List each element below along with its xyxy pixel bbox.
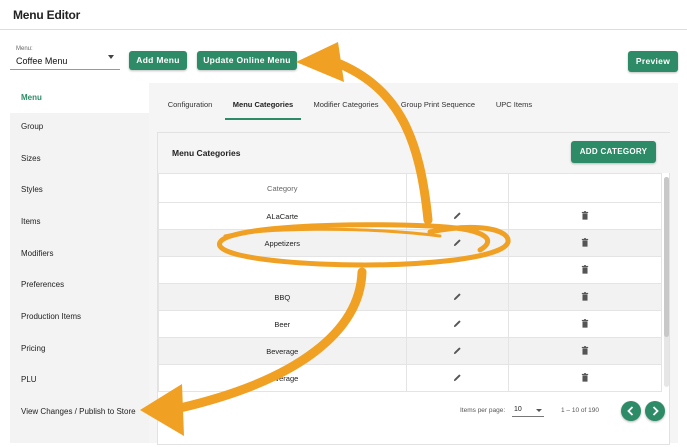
table-scrollbar[interactable] [664,177,669,387]
delete-cell[interactable] [508,202,662,230]
page-title: Menu Editor [13,8,81,22]
update-online-menu-label: Update Online Menu [203,55,291,65]
sidebar-item-preferences[interactable]: Preferences [10,270,149,300]
sidebar-item-group[interactable]: Group [10,112,149,142]
trash-icon[interactable] [581,237,589,249]
top-bar: Menu Editor [0,0,687,30]
chevron-down-icon [536,409,542,412]
tab-upc-items[interactable]: UPC Items [489,83,539,120]
scrollbar-thumb[interactable] [664,177,669,337]
trash-icon[interactable] [581,291,589,303]
pencil-icon[interactable] [453,211,462,222]
delete-cell[interactable] [508,283,662,311]
sidebar-item-pricing[interactable]: Pricing [10,334,149,364]
edit-cell[interactable] [405,283,510,311]
sidebar-item-view-changes[interactable]: View Changes / Publish to Store [10,397,149,427]
paginator: Items per page: 10 1 – 10 of 190 [158,394,665,431]
categories-table: Category ALaCarte Appetizers BBQ Beer Be… [158,173,662,392]
trash-icon[interactable] [581,345,589,357]
table-row[interactable]: ALaCarte [158,202,662,230]
delete-cell[interactable] [508,364,662,392]
items-per-page-label: Items per page: [460,407,506,414]
delete-cell[interactable] [508,310,662,338]
sidebar-item-menu[interactable]: Menu [10,83,149,113]
card-title: Menu Categories [172,148,241,158]
delete-cell[interactable] [508,256,662,284]
menu-select[interactable]: Menu: Coffee Menu [10,44,120,70]
pencil-icon[interactable] [453,319,462,330]
delete-column-header [508,173,662,203]
chevron-down-icon [108,55,114,59]
sidebar-item-modifiers[interactable]: Modifiers [10,239,149,269]
pencil-icon[interactable] [453,373,462,384]
preview-label: Preview [635,56,671,66]
add-category-button[interactable]: ADD CATEGORY [571,141,656,163]
edit-cell[interactable] [405,256,510,284]
add-category-label: ADD CATEGORY [579,147,648,156]
chevron-left-icon [627,406,634,416]
main-panel: Configuration Menu Categories Modifier C… [149,83,678,445]
chevron-right-icon [652,406,659,416]
pencil-icon[interactable] [453,346,462,357]
add-menu-label: Add Menu [136,55,180,65]
trash-icon[interactable] [581,318,589,330]
menu-select-label: Menu: [16,46,33,52]
edit-column-header [405,173,510,203]
table-row[interactable]: Beer [158,310,662,338]
update-online-menu-button[interactable]: Update Online Menu [197,51,297,70]
table-row[interactable]: Appetizers [158,229,662,257]
category-cell: Beverage [158,364,407,392]
pencil-icon[interactable] [453,238,462,249]
trash-icon[interactable] [581,372,589,384]
menu-categories-card: Menu Categories ADD CATEGORY Category AL… [157,132,671,445]
category-cell: BBQ [158,283,407,311]
table-row[interactable] [158,256,662,284]
delete-cell[interactable] [508,337,662,365]
sidebar-item-plu[interactable]: PLU [10,365,149,395]
tab-group-print-sequence[interactable]: Group Print Sequence [395,83,481,120]
category-cell: Beer [158,310,407,338]
edit-cell[interactable] [405,337,510,365]
tab-modifier-categories[interactable]: Modifier Categories [307,83,385,120]
category-cell [158,256,407,284]
sidebar-item-production-items[interactable]: Production Items [10,302,149,332]
tab-bar: Configuration Menu Categories Modifier C… [149,83,678,121]
table-row[interactable]: Beverage [158,364,662,392]
category-cell: Appetizers [158,229,407,257]
table-row[interactable]: BBQ [158,283,662,311]
category-cell: Beverage [158,337,407,365]
category-cell: ALaCarte [158,202,407,230]
sidebar: Menu Group Sizes Styles Items Modifiers … [10,83,149,443]
edit-cell[interactable] [405,364,510,392]
tab-menu-categories[interactable]: Menu Categories [225,83,301,120]
table-row[interactable]: Beverage [158,337,662,365]
sidebar-item-styles[interactable]: Styles [10,175,149,205]
category-column-header: Category [158,173,407,203]
menu-select-value: Coffee Menu [16,56,68,66]
trash-icon[interactable] [581,264,589,276]
items-per-page-value: 10 [514,406,522,413]
trash-icon[interactable] [581,210,589,222]
delete-cell[interactable] [508,229,662,257]
sidebar-item-sizes[interactable]: Sizes [10,144,149,174]
edit-cell[interactable] [405,310,510,338]
pencil-icon[interactable] [453,292,462,303]
prev-page-button[interactable] [621,401,641,421]
items-per-page-select[interactable]: 10 [512,403,544,417]
edit-cell[interactable] [405,229,510,257]
next-page-button[interactable] [645,401,665,421]
edit-cell[interactable] [405,202,510,230]
preview-button[interactable]: Preview [628,51,678,72]
sidebar-item-items[interactable]: Items [10,207,149,237]
page-range: 1 – 10 of 190 [561,407,599,414]
tab-configuration[interactable]: Configuration [159,83,221,120]
arrow-head-right [296,42,344,82]
card-header: Menu Categories ADD CATEGORY [158,133,671,173]
add-menu-button[interactable]: Add Menu [129,51,187,70]
